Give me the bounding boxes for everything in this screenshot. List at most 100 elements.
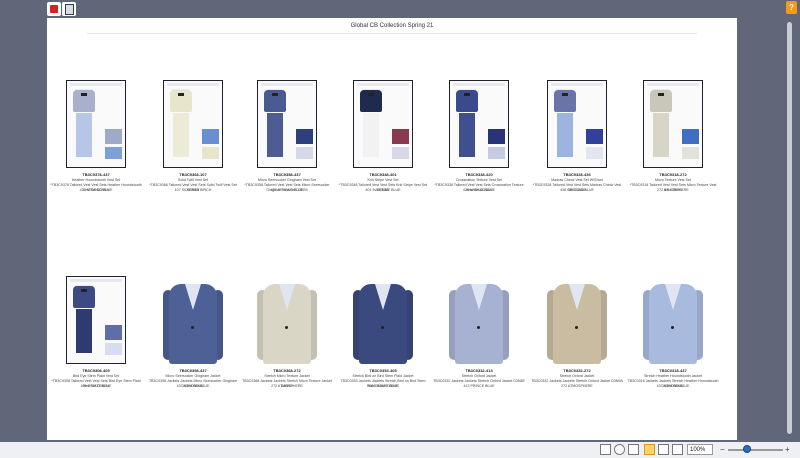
product-sku: TB3C9338-420 xyxy=(465,172,493,177)
product-description: 272 ATMOSPHERE xyxy=(561,384,593,388)
page-title: Global CB Collection Spring 21 xyxy=(350,23,434,29)
jacket-button xyxy=(285,326,288,329)
jacket-image[interactable] xyxy=(353,278,413,366)
tie-illustration xyxy=(658,93,664,96)
vest-set-thumbnail[interactable] xyxy=(449,80,509,168)
list-view-icon[interactable] xyxy=(658,444,669,455)
sheet-header xyxy=(357,83,409,86)
zoom-in-button[interactable]: + xyxy=(785,444,790,455)
bottom-toolbar: 100% − + xyxy=(0,442,800,458)
jacket-button xyxy=(191,326,194,329)
product-sku: TB3C9368-107 xyxy=(179,172,207,177)
product-description: 437 STRONG BLUE xyxy=(270,188,304,192)
product-description: 107 SILVERED BIRCH xyxy=(174,188,212,192)
vest-set-thumbnail[interactable] xyxy=(353,80,413,168)
product-description: 437 STRONG BLUE xyxy=(79,188,113,192)
product-description: 436 GRECIAN BLUE xyxy=(560,188,594,192)
product-sku: TB3C0353-405 xyxy=(369,368,397,373)
jacket-button xyxy=(671,326,674,329)
clock-icon[interactable] xyxy=(614,444,625,455)
tie-illustration xyxy=(562,93,568,96)
document-icon[interactable] xyxy=(62,2,76,16)
scrollbar-thumb[interactable] xyxy=(787,22,792,434)
product-description: 272 ATMOSPHERE xyxy=(271,384,303,388)
product-description: 437 STRONG BLUE xyxy=(176,384,210,388)
product-description: 420 NASSAU BLUE xyxy=(462,188,496,192)
product-sku: TB3C9358-437 xyxy=(273,172,301,177)
title-divider xyxy=(87,33,697,34)
top-bar: ? xyxy=(0,0,800,18)
product-sku: TB3C0368-272 xyxy=(273,368,301,373)
jacket-image[interactable] xyxy=(643,278,703,366)
product-description: 437 STRONG BLUE xyxy=(656,384,690,388)
jacket-button xyxy=(381,326,384,329)
pants-illustration xyxy=(459,113,475,157)
product-sku: TB3C9308-405 xyxy=(82,368,110,373)
jacket-button xyxy=(575,326,578,329)
fabric-swatch xyxy=(586,129,603,144)
fabric-swatch xyxy=(202,147,219,159)
product-sku: TB3C0318-437 xyxy=(659,368,687,373)
sheet-header xyxy=(647,83,699,86)
vest-set-thumbnail[interactable] xyxy=(66,276,126,364)
fabric-swatch xyxy=(105,325,122,340)
pants-illustration xyxy=(173,113,189,157)
fabric-swatch xyxy=(105,129,122,144)
sheet-header xyxy=(167,83,219,86)
tie-illustration xyxy=(368,93,374,96)
zoom-slider-handle[interactable] xyxy=(743,445,751,453)
fabric-swatch xyxy=(682,129,699,144)
product-sku: TB3C9328-436 xyxy=(563,172,591,177)
jacket-image[interactable] xyxy=(163,278,223,366)
jacket-image[interactable] xyxy=(257,278,317,366)
sheet-header xyxy=(551,83,603,86)
vest-set-thumbnail[interactable] xyxy=(643,80,703,168)
help-badge[interactable]: ? xyxy=(786,1,797,14)
fabric-swatch xyxy=(586,147,603,159)
product-description: 405 ESTATE BLUE xyxy=(367,384,399,388)
brand-logo-icon[interactable] xyxy=(47,2,61,16)
fabric-swatch xyxy=(202,129,219,144)
tie-illustration xyxy=(464,93,470,96)
vest-set-thumbnail[interactable] xyxy=(66,80,126,168)
product-sku: TB3C0332-413 xyxy=(465,368,493,373)
sheet-header xyxy=(261,83,313,86)
product-description: 272 ATMOSPHERE xyxy=(657,188,689,192)
product-sku: TB3C9318-272 xyxy=(659,172,687,177)
presentation-icon[interactable] xyxy=(600,444,611,455)
fabric-swatch xyxy=(296,147,313,159)
pants-illustration xyxy=(76,113,92,157)
zoom-slider[interactable] xyxy=(728,449,783,451)
fabric-swatch xyxy=(105,343,122,355)
fabric-swatch xyxy=(488,147,505,159)
zoom-select[interactable]: 100% xyxy=(687,444,713,455)
grid-view-icon[interactable] xyxy=(644,444,655,455)
vest-set-thumbnail[interactable] xyxy=(547,80,607,168)
zoom-out-button[interactable]: − xyxy=(720,444,725,455)
fit-page-icon[interactable] xyxy=(672,444,683,455)
pants-illustration xyxy=(76,309,92,353)
columns-icon[interactable] xyxy=(628,444,639,455)
fabric-swatch xyxy=(105,147,122,159)
pants-illustration xyxy=(363,113,379,157)
tie-illustration xyxy=(81,289,87,292)
tie-illustration xyxy=(272,93,278,96)
jacket-image[interactable] xyxy=(449,278,509,366)
tie-illustration xyxy=(178,93,184,96)
sheet-header xyxy=(70,83,122,86)
catalog-page: Global CB Collection Spring 21 TB3C9378-… xyxy=(47,18,737,440)
product-sku: TB3C0398-437 xyxy=(179,368,207,373)
pants-illustration xyxy=(653,113,669,157)
product-sku: TB3C0332-272 xyxy=(563,368,591,373)
vest-set-thumbnail[interactable] xyxy=(163,80,223,168)
product-sku: TB3C9378-437 xyxy=(82,172,110,177)
fabric-swatch xyxy=(488,129,505,144)
product-description: 413 PRINCE BLUE xyxy=(463,384,495,388)
fabric-swatch xyxy=(296,129,313,144)
vest-set-thumbnail[interactable] xyxy=(257,80,317,168)
product-description: 405 ESTATE BLUE xyxy=(80,384,112,388)
pants-illustration xyxy=(557,113,573,157)
jacket-image[interactable] xyxy=(547,278,607,366)
pants-illustration xyxy=(267,113,283,157)
sheet-header xyxy=(70,279,122,282)
